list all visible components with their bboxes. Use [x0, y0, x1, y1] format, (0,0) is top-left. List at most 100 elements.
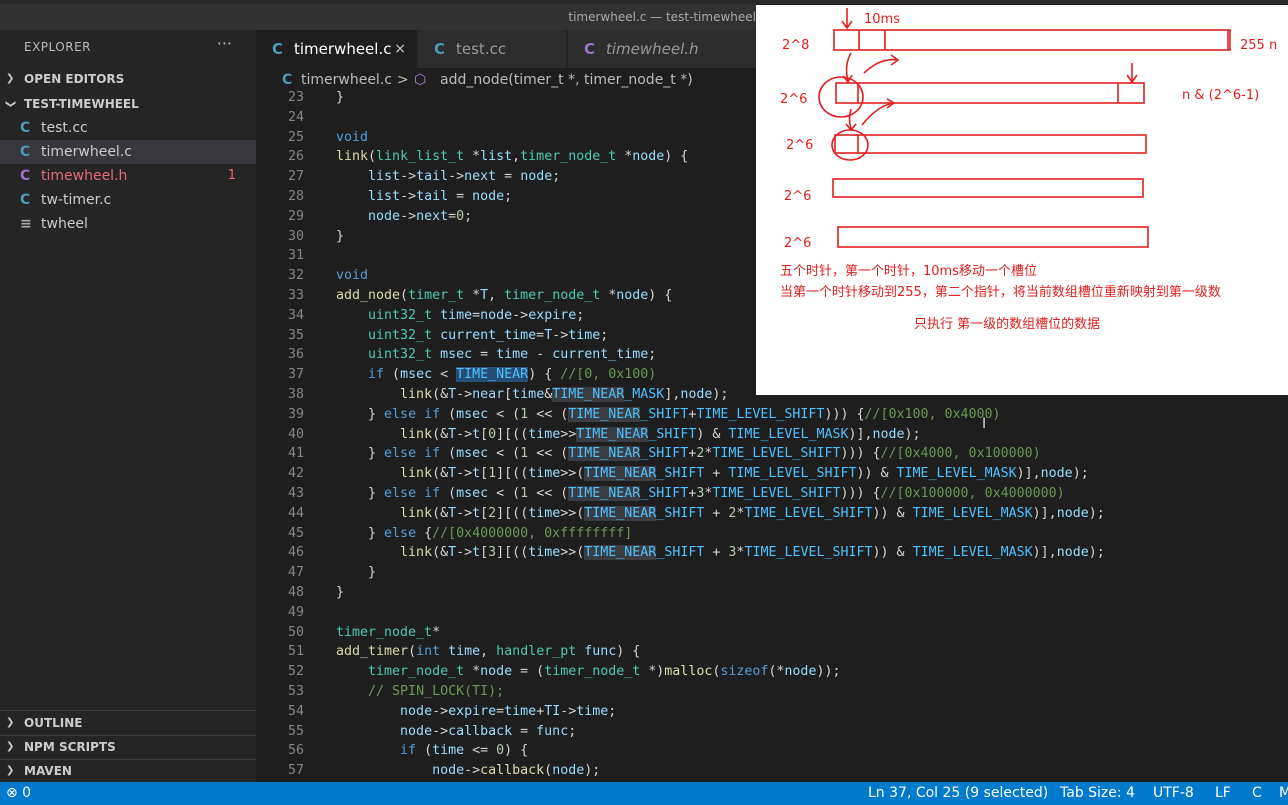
line-number: 31 [287, 248, 304, 264]
workspace-section[interactable]: ❯ TEST-TIMEWHEEL [0, 92, 256, 116]
tab-test-cc[interactable]: C test.cc [418, 30, 566, 68]
file-name: timerwheel.c [41, 144, 132, 160]
window-title: timerwheel.c — test-timewheel [568, 10, 756, 24]
label-10ms: 10ms [864, 12, 900, 27]
line-number: 52 [287, 664, 304, 680]
level-0-array [833, 29, 1231, 51]
code-line: 40 link(&T->t[0][((time>>TIME_NEAR_SHIFT… [256, 425, 1288, 445]
line-number: 51 [287, 644, 304, 660]
more-actions-icon[interactable]: ··· [217, 34, 232, 53]
problem-badge: 1 [227, 168, 236, 183]
row-label: 2^6 [784, 236, 811, 251]
title-bar: timerwheel.c — test-timewheel [0, 4, 756, 30]
line-number: 54 [287, 703, 304, 719]
line-number: 47 [287, 565, 304, 581]
editor-tabs: C timerwheel.c × C test.cc C timewheel.h [256, 30, 756, 68]
cursor-position[interactable]: Ln 37, Col 25 (9 selected) [868, 782, 1048, 805]
line-number: 32 [287, 268, 304, 284]
file-item-test-cc[interactable]: C test.cc [0, 116, 256, 140]
file-name: timewheel.h [41, 168, 128, 184]
line-number: 29 [287, 208, 304, 224]
file-name: test.cc [41, 120, 88, 136]
line-number: 41 [287, 446, 304, 462]
code-line: 42 link(&T->t[1][((time>>(TIME_NEAR_SHIF… [256, 464, 1288, 484]
code-line: 50 timer_node_t* [256, 623, 1288, 643]
maven-section[interactable]: ❯ MAVEN [0, 759, 256, 783]
code-line: 53 // SPIN_LOCK(TI); [256, 682, 1288, 702]
end-of-line[interactable]: LF [1215, 782, 1231, 805]
code-line: 56 if (time <= 0) { [256, 741, 1288, 761]
code-line: 48} [256, 583, 1288, 603]
chevron-down-icon: ❯ [5, 99, 17, 109]
code-line: 49 [256, 603, 1288, 623]
code-line: 54 node->expire=time+TI->time; [256, 702, 1288, 722]
level-3-array [832, 178, 1144, 198]
whiteboard-drawing: 10ms 255 n 2^8 2^6 2^6 2^6 2^6 n & (2^6-… [780, 8, 1277, 332]
outline-section[interactable]: ❯ OUTLINE [0, 711, 256, 735]
line-number: 43 [287, 486, 304, 501]
row-label: 2^8 [782, 38, 809, 53]
note-line: 当第一个时针移动到255，第二个指针，将当前数组槽位重新映射到第一级数 [780, 284, 1221, 300]
line-number: 39 [287, 406, 304, 422]
code-line: 43 } else if (msec < (1 << (TIME_NEAR_SH… [256, 484, 1288, 504]
line-number: 30 [287, 228, 304, 244]
line-number: 26 [287, 149, 304, 165]
level-2-array [834, 134, 1147, 154]
code-line: 45 } else {//[0x4000000, 0xffffffff] [256, 524, 1288, 544]
section-label: TEST-TIMEWHEEL [24, 97, 139, 111]
close-icon[interactable]: × [394, 30, 406, 68]
text-file-icon: ≡ [20, 216, 32, 232]
line-number: 34 [287, 307, 304, 323]
line-number: 23 [287, 90, 304, 105]
header-file-icon: C [584, 40, 596, 58]
line-number: 24 [287, 109, 304, 125]
encoding[interactable]: UTF-8 [1153, 782, 1194, 805]
line-number: 37 [287, 367, 304, 383]
line-number: 25 [287, 129, 304, 145]
tab-timewheel-h[interactable]: C timewheel.h [568, 30, 756, 68]
code-line: 51 add_timer(int time, handler_pt func) { [256, 642, 1288, 662]
chevron-right-icon: ❯ [6, 741, 15, 752]
line-number: 46 [287, 545, 304, 561]
file-item-tw-timer-c[interactable]: C tw-timer.c [0, 188, 256, 212]
file-item-twheel[interactable]: ≡ twheel [0, 212, 256, 236]
line-number: 55 [287, 723, 304, 739]
line-number: 33 [287, 288, 304, 303]
line-number: 53 [287, 684, 304, 699]
language-mode[interactable]: C [1252, 782, 1262, 805]
row-label: 2^6 [780, 92, 807, 107]
open-editors-section[interactable]: ❯ OPEN EDITORS [0, 67, 256, 91]
file-item-timewheel-h[interactable]: C timewheel.h 1 [0, 164, 256, 188]
row-label: 2^6 [786, 138, 813, 153]
code-line: 46 link(&T->t[3][((time>>(TIME_NEAR_SHIF… [256, 543, 1288, 563]
code-line: 57 node->callback(node); [256, 761, 1288, 781]
problems-indicator[interactable]: ⊗ 0 [6, 782, 31, 805]
section-label: OPEN EDITORS [24, 72, 125, 86]
level-1-array [835, 82, 1145, 104]
code-line: 47 } [256, 563, 1288, 583]
code-line: 52 timer_node_t *node = (timer_node_t *)… [256, 662, 1288, 682]
file-name: tw-timer.c [41, 192, 112, 208]
row-label: 2^6 [784, 189, 811, 204]
header-file-icon: C [20, 168, 31, 184]
code-line: 55 node->callback = func; [256, 722, 1288, 742]
file-item-timerwheel-c[interactable]: C timerwheel.c [0, 140, 256, 164]
line-number: 35 [287, 327, 304, 343]
line-number: 57 [287, 763, 304, 779]
line-number: 42 [287, 466, 304, 482]
tab-size[interactable]: Tab Size: 4 [1060, 782, 1135, 805]
npm-scripts-section[interactable]: ❯ NPM SCRIPTS [0, 735, 256, 759]
note-line: 只执行 第一级的数组槽位的数据 [914, 316, 1100, 332]
code-line: 44 link(&T->t[2][((time>>(TIME_NEAR_SHIF… [256, 504, 1288, 524]
mask-label: n & (2^6-1) [1182, 88, 1259, 103]
section-label: MAVEN [24, 764, 72, 778]
status-bar: ⊗ 0 Ln 37, Col 25 (9 selected) Tab Size:… [0, 782, 1288, 805]
tab-timerwheel-c[interactable]: C timerwheel.c × [256, 30, 416, 68]
line-number: 48 [287, 585, 304, 600]
status-more[interactable]: M [1279, 782, 1288, 805]
line-number: 27 [287, 169, 304, 185]
level-4-array [837, 226, 1149, 248]
line-number: 56 [287, 743, 304, 759]
section-label: OUTLINE [24, 716, 83, 730]
line-number: 36 [287, 347, 304, 363]
